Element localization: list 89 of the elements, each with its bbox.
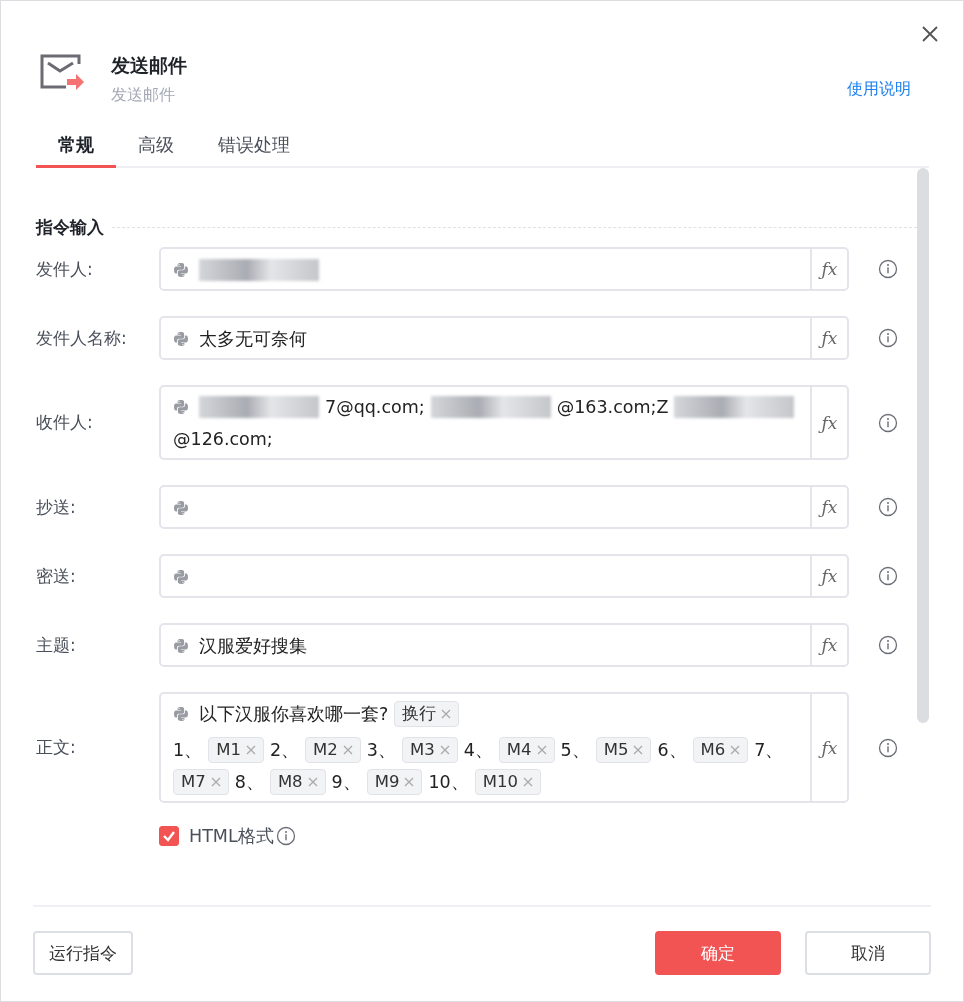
close-icon[interactable] xyxy=(921,25,939,43)
field-text: 6、 xyxy=(657,739,687,762)
formula-button[interactable]: ƒx xyxy=(810,487,847,527)
checkbox[interactable] xyxy=(159,826,179,846)
python-icon xyxy=(173,637,189,654)
remove-icon[interactable] xyxy=(245,745,256,755)
remove-icon[interactable] xyxy=(307,777,318,787)
field-text: 太多无可奈何 xyxy=(199,327,307,351)
send-mail-icon xyxy=(39,53,87,93)
python-icon xyxy=(173,399,189,415)
variable-tag[interactable]: M2 xyxy=(305,737,361,763)
python-icon xyxy=(173,706,189,722)
variable-tag[interactable]: M7 xyxy=(173,769,229,795)
tab[interactable]: 常规 xyxy=(36,127,116,168)
remove-icon[interactable] xyxy=(342,745,353,755)
cancel-button[interactable]: 取消 xyxy=(805,931,931,975)
field-text: 10、 xyxy=(428,771,469,794)
field-text: 3、 xyxy=(366,739,396,762)
field-label: 发件人名称: xyxy=(36,326,128,350)
field-label: 密送: xyxy=(36,564,77,588)
field-text: 5、 xyxy=(560,739,590,762)
variable-tag[interactable]: M3 xyxy=(401,737,458,763)
tab[interactable]: 错误处理 xyxy=(196,127,312,168)
field-text: 4、 xyxy=(463,739,493,762)
field-label: 抄送: xyxy=(36,495,77,519)
field-text: 7、 xyxy=(754,739,784,762)
remove-icon[interactable] xyxy=(633,745,644,755)
field-text: 汉服爱好搜集 xyxy=(199,634,307,658)
info-icon[interactable] xyxy=(878,737,898,758)
tab[interactable]: 高级 xyxy=(116,127,196,168)
formula-button[interactable]: ƒx xyxy=(810,556,847,596)
variable-tag[interactable]: M10 xyxy=(474,769,541,795)
variable-tag[interactable]: M6 xyxy=(692,737,749,763)
formula-button[interactable]: ƒx xyxy=(810,318,847,358)
formula-button[interactable]: ƒx xyxy=(810,625,847,665)
info-icon[interactable] xyxy=(275,826,296,846)
field-text: 8、 xyxy=(234,771,264,794)
field-label: 主题: xyxy=(36,633,77,657)
help-link[interactable]: 使用说明 xyxy=(847,79,911,100)
python-icon xyxy=(173,499,189,516)
remove-icon[interactable] xyxy=(439,745,450,755)
field-text: 1、 xyxy=(173,739,203,762)
info-icon[interactable] xyxy=(878,566,898,586)
remove-icon[interactable] xyxy=(441,709,452,719)
info-icon[interactable] xyxy=(878,328,898,348)
info-icon[interactable] xyxy=(878,635,898,655)
field-label: 正文: xyxy=(36,736,77,759)
field-text: @126.com; xyxy=(173,428,273,451)
remove-icon[interactable] xyxy=(730,745,741,755)
python-icon xyxy=(173,261,189,278)
dialog-subtitle: 发送邮件 xyxy=(111,85,176,106)
check-icon xyxy=(162,829,176,843)
scrollbar[interactable] xyxy=(917,168,929,723)
variable-tag[interactable]: M5 xyxy=(595,737,652,763)
section-title: 指令输入 xyxy=(36,216,104,239)
input-field[interactable]: ƒx xyxy=(159,554,849,598)
info-icon[interactable] xyxy=(878,259,898,279)
field-label: 发件人: xyxy=(36,257,94,281)
variable-tag[interactable]: M1 xyxy=(208,737,264,763)
input-field[interactable]: 汉服爱好搜集 ƒx xyxy=(159,623,849,667)
variable-tag[interactable]: M9 xyxy=(366,769,423,795)
info-icon[interactable] xyxy=(878,412,898,433)
input-field[interactable]: ƒx xyxy=(159,247,849,291)
field-text: 2、 xyxy=(269,739,299,762)
remove-icon[interactable] xyxy=(536,745,547,755)
remove-icon[interactable] xyxy=(523,777,533,787)
field-text: @163.com;Z xyxy=(556,396,669,419)
formula-button[interactable]: ƒx xyxy=(810,387,847,458)
formula-button[interactable]: ƒx xyxy=(810,694,847,801)
input-field[interactable]: 以下汉服你喜欢哪一套? 换行 1、 M1 2、 M2 3、 M3 4、 M4 5、 M5 6、 M6 7、 M7 8、 M8 9、 M9 10、 M10 ƒx xyxy=(159,692,849,803)
variable-tag[interactable]: M8 xyxy=(269,769,326,795)
remove-icon[interactable] xyxy=(210,777,221,787)
dialog-title: 发送邮件 xyxy=(111,53,188,78)
checkbox-label: HTML格式 xyxy=(189,825,274,848)
formula-button[interactable]: ƒx xyxy=(810,249,847,289)
field-text: 以下汉服你喜欢哪一套? xyxy=(199,703,389,726)
input-field[interactable]: 太多无可奈何 ƒx xyxy=(159,316,849,360)
python-icon xyxy=(173,330,189,347)
field-text: 9、 xyxy=(331,771,361,794)
variable-tag[interactable]: 换行 xyxy=(394,701,460,727)
input-field[interactable]: 7@qq.com; @163.com;Z @126.com; ƒx xyxy=(159,385,849,460)
python-icon xyxy=(173,568,189,585)
variable-tag[interactable]: M4 xyxy=(498,737,555,763)
info-icon[interactable] xyxy=(878,497,898,517)
remove-icon[interactable] xyxy=(404,777,415,787)
input-field[interactable]: ƒx xyxy=(159,485,849,529)
run-button[interactable]: 运行指令 xyxy=(33,931,133,975)
field-label: 收件人: xyxy=(36,411,94,434)
field-text: 7@qq.com; xyxy=(325,396,425,419)
